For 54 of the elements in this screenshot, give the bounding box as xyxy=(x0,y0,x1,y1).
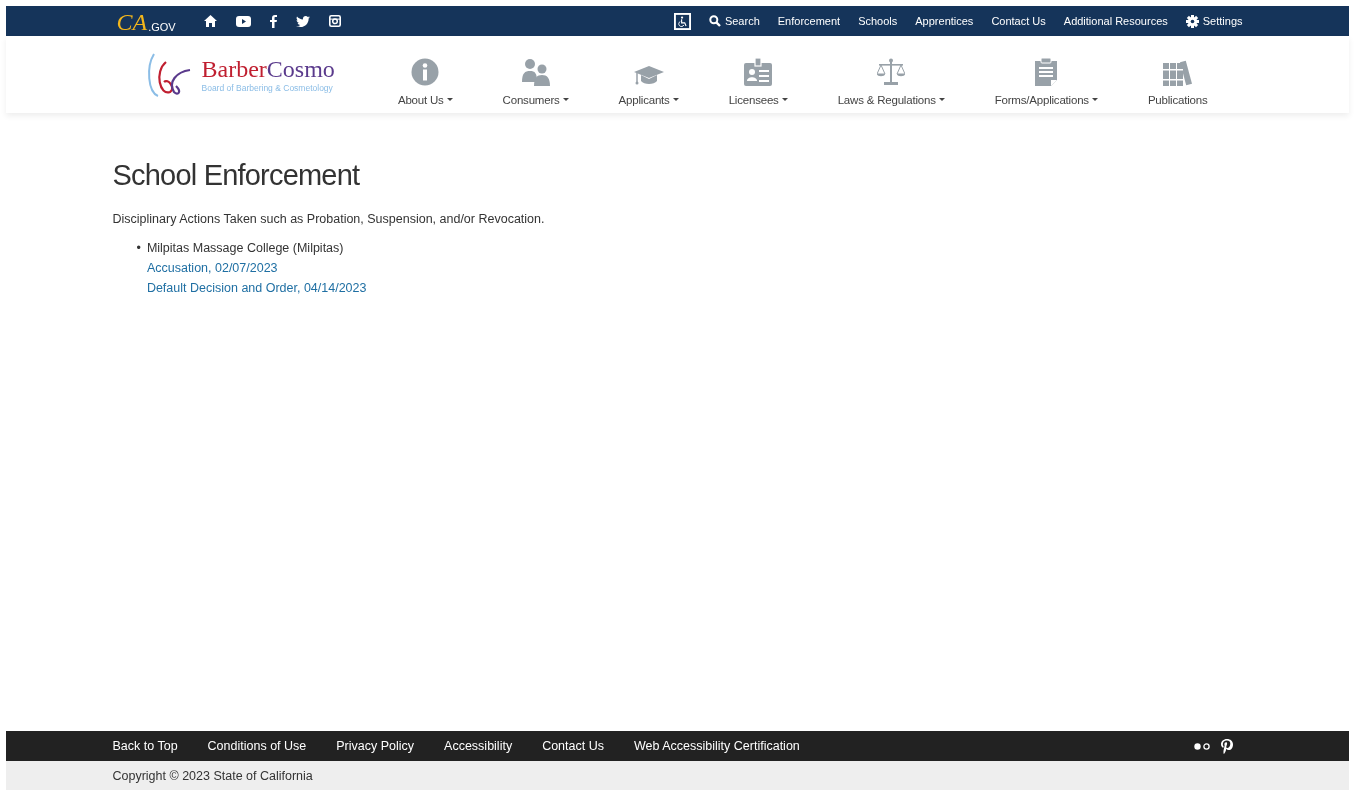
school-name: Milpitas Massage College (Milpitas) xyxy=(146,240,344,257)
flickr-icon[interactable] xyxy=(1193,742,1211,750)
bullet: • xyxy=(136,240,141,257)
search-link[interactable]: Search xyxy=(708,15,760,27)
utility-link[interactable]: Contact Us xyxy=(991,15,1046,27)
home-icon[interactable] xyxy=(203,15,217,27)
instagram-icon[interactable] xyxy=(328,15,341,27)
footer-link[interactable]: Contact Us xyxy=(542,739,604,753)
nav-menu-item[interactable]: Forms/Applications xyxy=(994,93,1098,106)
utility-link[interactable]: Schools xyxy=(858,15,898,27)
nav-menu-item[interactable]: Licensees xyxy=(728,93,788,106)
ribbon-logo-icon[interactable] xyxy=(145,51,192,98)
twitter-icon[interactable] xyxy=(295,15,310,27)
intro-text: Disciplinary Actions Taken such as Probation, Suspension, and/or Revocation. xyxy=(112,212,546,226)
scales-icon xyxy=(877,57,906,86)
footer-link[interactable]: Accessibility xyxy=(444,739,513,753)
info-icon xyxy=(411,57,440,86)
graduation-cap-icon xyxy=(633,63,664,86)
copyright-text: Copyright © 2023 State of California xyxy=(112,768,313,783)
settings-link[interactable]: Settings xyxy=(1185,14,1243,28)
people-icon xyxy=(520,57,551,86)
caret-icon[interactable] xyxy=(1091,98,1098,101)
caret-icon[interactable] xyxy=(672,98,679,101)
pinterest-icon[interactable] xyxy=(1220,738,1233,754)
caret-icon[interactable] xyxy=(938,98,945,101)
page-title: School Enforcement xyxy=(112,159,361,192)
id-badge-icon xyxy=(744,57,773,86)
footer-link[interactable]: Privacy Policy xyxy=(336,739,415,753)
caret-icon[interactable] xyxy=(446,98,453,101)
nav-menu-item[interactable]: Consumers xyxy=(502,93,569,106)
youtube-icon[interactable] xyxy=(235,15,251,27)
caret-icon[interactable] xyxy=(562,98,569,101)
caret-icon[interactable] xyxy=(781,98,788,101)
facebook-icon[interactable] xyxy=(269,14,277,28)
footer-link[interactable]: Web Accessibility Certification xyxy=(634,739,800,753)
utility-link[interactable]: Additional Resources xyxy=(1063,15,1168,27)
nav-menu-item[interactable]: Laws & Regulations xyxy=(837,93,945,106)
settings-icon xyxy=(1185,14,1199,28)
nav-menu-item[interactable]: About Us xyxy=(397,93,453,106)
logo-subtitle: Board of Barbering & Cosmetology xyxy=(201,82,334,93)
nav-menu-item[interactable]: Applicants xyxy=(618,93,679,106)
logo-title[interactable]: BarberCosmo xyxy=(201,56,335,81)
clipboard-icon xyxy=(1034,57,1059,86)
footer-link[interactable]: Conditions of Use xyxy=(207,739,307,753)
accessibility-icon[interactable] xyxy=(673,12,691,30)
document-link[interactable]: Accusation, 02/07/2023 xyxy=(146,258,278,278)
utility-link[interactable]: Apprentices xyxy=(915,15,974,27)
ca-gov-logo[interactable]: CA.GOV xyxy=(116,8,176,34)
document-link[interactable]: Default Decision and Order, 04/14/2023 xyxy=(146,278,367,298)
footer-link[interactable]: Back to Top xyxy=(112,739,178,753)
books-icon xyxy=(1162,59,1193,86)
utility-link[interactable]: Enforcement xyxy=(777,15,841,27)
nav-menu-item[interactable]: Publications xyxy=(1147,93,1208,106)
search-icon xyxy=(708,15,721,27)
